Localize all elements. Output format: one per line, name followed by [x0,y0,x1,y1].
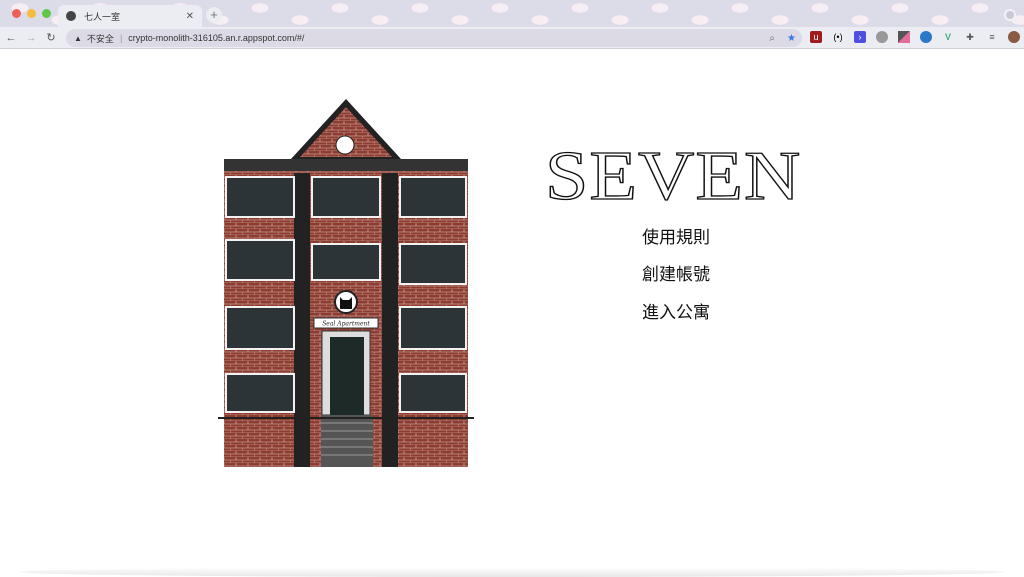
url-text[interactable]: crypto-monolith-316105.an.r.appspot.com/… [128,33,304,43]
menu-enter-apartment-link[interactable]: 進入公寓 [600,298,752,323]
playlist-icon[interactable]: ≡ [986,31,998,43]
avatar[interactable] [1008,31,1020,43]
tab-title: 七人一室 [84,11,121,22]
security-label: 不安全 [86,33,114,44]
close-window-button[interactable] [12,9,21,18]
terminal-icon[interactable]: › [854,31,866,43]
eyedropper-icon[interactable] [898,31,910,43]
address-bar[interactable]: ▲ 不安全 | crypto-monolith-316105.an.r.apps… [66,29,802,47]
vue-icon[interactable]: V [942,31,954,43]
browser-toolbar: ← → ↻ ▲ 不安全 | crypto-monolith-316105.an.… [0,27,1024,49]
menu-create-account-link[interactable]: 創建帳號 [600,260,752,285]
ublock-icon[interactable]: u [810,31,822,43]
back-icon[interactable]: ← [2,32,20,44]
warning-icon: ▲ [74,33,82,43]
bottom-shadow [20,567,1004,577]
tab-active[interactable]: 七人一室 ✕ [58,5,202,27]
maximize-window-button[interactable] [42,9,51,18]
window-controls [12,9,51,18]
extensions-bar: u (•) › V ✚ ≡ ⋮ [810,31,1024,43]
minimize-window-button[interactable] [27,9,36,18]
zoom-icon[interactable]: ⌕ [769,33,775,44]
puzzle-icon[interactable]: ✚ [964,31,976,43]
close-tab-icon[interactable]: ✕ [186,11,194,22]
page-content: Seal Apartment SEVEN 使用規則 創建帳號 進入公寓 [0,49,1024,577]
code-icon[interactable]: (•) [832,31,844,43]
tab-search-button[interactable] [1004,9,1016,21]
new-tab-button[interactable]: + [206,7,222,23]
tab-strip: 七人一室 ✕ + [0,0,1024,27]
bookmark-star-icon[interactable]: ★ [787,33,796,44]
robot-icon[interactable] [876,31,888,43]
reload-icon[interactable]: ↻ [42,31,60,44]
forward-icon[interactable]: → [22,32,40,44]
menu-rules-link[interactable]: 使用規則 [600,223,752,248]
globe-icon [66,11,76,21]
page-title: SEVEN [544,135,802,215]
apartment-building-illustration: Seal Apartment [218,99,474,467]
globe-icon[interactable] [920,31,932,43]
door-sign-text: Seal Apartment [322,321,370,328]
